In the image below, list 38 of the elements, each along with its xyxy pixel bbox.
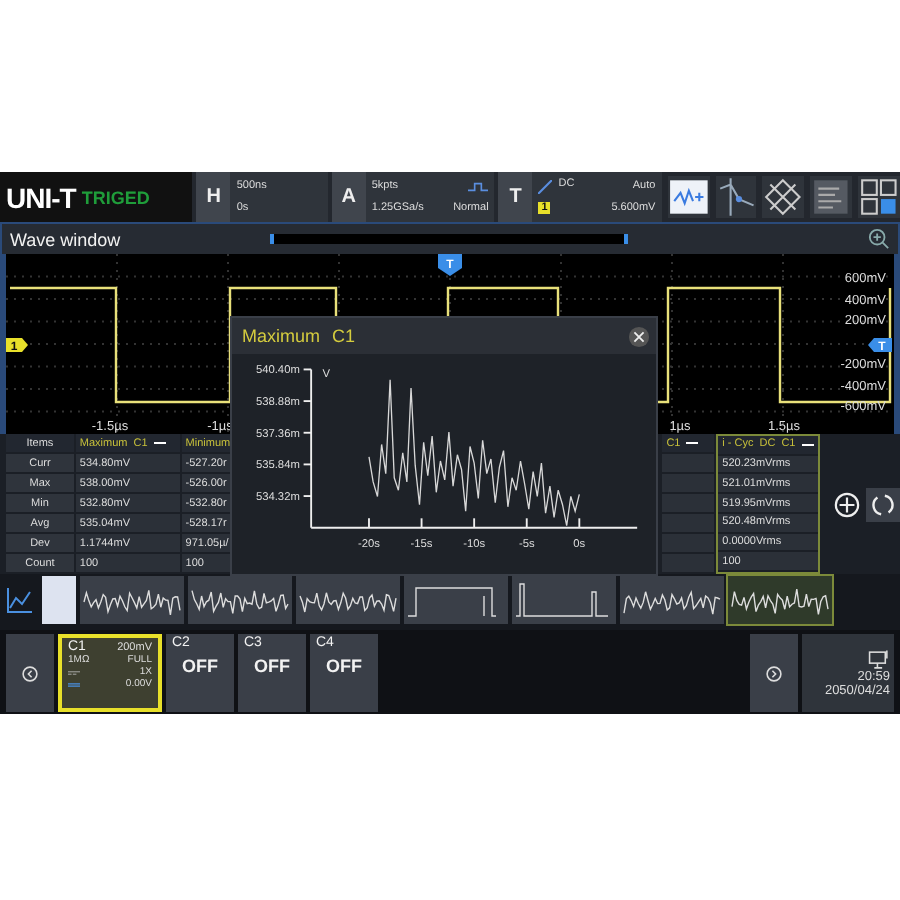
horizontal-label: H — [196, 172, 231, 222]
rising-edge-icon — [538, 180, 553, 194]
blank-thumbnail[interactable] — [42, 576, 76, 624]
run-status: TRIGED — [81, 187, 150, 207]
close-icon[interactable] — [628, 325, 650, 347]
right-arrow-icon — [766, 665, 782, 681]
next-button[interactable] — [750, 634, 798, 712]
measure-icon[interactable] — [667, 176, 710, 218]
cursor-icon[interactable] — [715, 176, 757, 218]
channel-status: OFF — [324, 656, 364, 676]
waveform-thumbnail[interactable] — [620, 576, 724, 624]
trend-chart-icon[interactable] — [6, 586, 34, 614]
waveform-thumbnail[interactable] — [296, 576, 400, 624]
popup-channel: C1 — [332, 326, 356, 346]
zoom-icon[interactable] — [868, 228, 890, 250]
channel-status: OFF — [180, 656, 220, 676]
window-title: Wave window — [8, 229, 123, 249]
memory-position-bar[interactable] — [270, 234, 628, 244]
grid-icon[interactable] — [762, 176, 805, 218]
waveform-thumbnail[interactable] — [404, 576, 508, 624]
layout-icon[interactable] — [858, 176, 900, 218]
waveform-thumbnail[interactable] — [728, 576, 832, 624]
brand-logo: UNI-T — [6, 181, 76, 213]
list-icon[interactable] — [810, 176, 853, 218]
channel-status: OFF — [252, 656, 292, 676]
offset-icon — [68, 681, 80, 687]
waveform-thumbnail[interactable] — [188, 576, 292, 624]
add-icon[interactable] — [834, 491, 861, 517]
waveform-thumbnail[interactable] — [512, 576, 616, 624]
acquisition-label: A — [331, 172, 366, 222]
left-arrow-icon — [22, 665, 38, 681]
trigger-label: T — [498, 172, 533, 222]
refresh-icon[interactable] — [866, 487, 900, 521]
popup-title: Maximum — [242, 326, 321, 346]
coupling-icon — [68, 669, 80, 675]
previous-button[interactable] — [6, 634, 54, 712]
waveform-thumbnail[interactable] — [80, 576, 184, 624]
pulse-icon — [468, 181, 489, 191]
